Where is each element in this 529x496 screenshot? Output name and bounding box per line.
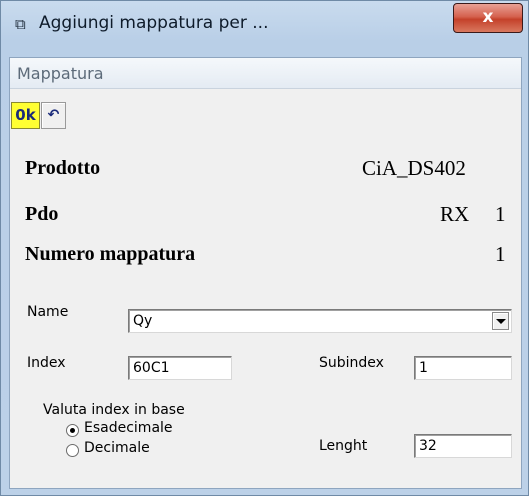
chevron-down-icon — [496, 319, 506, 324]
radio-decimale[interactable] — [66, 444, 79, 457]
name-label: Name — [27, 304, 69, 320]
name-combobox-value: Qy — [133, 313, 153, 329]
radio-esadecimale[interactable] — [66, 424, 79, 437]
ok-button[interactable]: 0k — [11, 102, 40, 129]
dialog-window: ⧉ Aggiungi mappatura per ... x Mappatura… — [0, 0, 529, 496]
prodotto-value: CiA_DS402 — [362, 156, 466, 180]
pdo-label: Pdo — [25, 203, 59, 225]
length-label: Lenght — [319, 438, 368, 454]
pdo-value-number: 1 — [495, 202, 506, 226]
pdo-value-type: RX — [440, 202, 470, 226]
subindex-field[interactable]: 1 — [414, 356, 512, 380]
window-icon[interactable]: ⧉ — [15, 15, 33, 33]
index-label: Index — [27, 355, 66, 371]
undo-button[interactable]: ↶ — [41, 102, 66, 129]
base-group-label: Valuta index in base — [43, 402, 185, 418]
menu-item-mappatura[interactable]: Mappatura — [17, 64, 104, 83]
radio-esadecimale-label[interactable]: Esadecimale — [84, 420, 173, 436]
length-field[interactable]: 32 — [414, 434, 512, 458]
window-title: Aggiungi mappatura per ... — [39, 13, 269, 33]
numero-mappatura-label: Numero mappatura — [25, 243, 196, 265]
dialog-client-area: Mappatura 0k ↶ Prodotto CiA_DS402 Pdo RX… — [9, 57, 522, 489]
title-bar[interactable]: ⧉ Aggiungi mappatura per ... x — [1, 1, 528, 57]
numero-mappatura-value: 1 — [495, 242, 506, 266]
combobox-dropdown-button[interactable] — [492, 312, 509, 330]
radio-decimale-label[interactable]: Decimale — [84, 440, 150, 456]
radio-selected-dot — [70, 428, 75, 433]
undo-icon: ↶ — [47, 107, 60, 123]
menu-bar: Mappatura — [10, 58, 521, 89]
close-button[interactable]: x — [453, 3, 523, 33]
index-field[interactable]: 60C1 — [128, 356, 232, 380]
name-combobox[interactable]: Qy — [128, 309, 512, 333]
subindex-label: Subindex — [319, 355, 384, 371]
prodotto-label: Prodotto — [25, 157, 101, 179]
